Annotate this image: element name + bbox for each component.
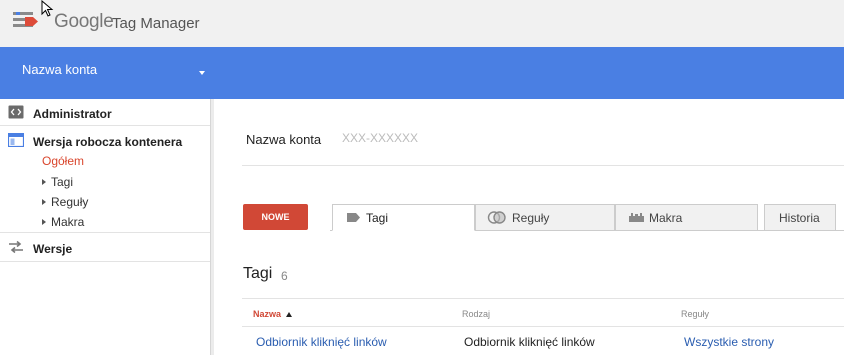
column-header-name[interactable]: Nazwa bbox=[253, 309, 293, 319]
sidebar-subitem-overview[interactable]: Ogółem bbox=[42, 154, 84, 168]
table-cell-name[interactable]: Odbiornik kliknięć linków bbox=[256, 335, 387, 349]
product-name: Tag Manager bbox=[112, 15, 200, 32]
container-name: Nazwa konta bbox=[246, 132, 322, 147]
section-count: 6 bbox=[281, 269, 288, 283]
tag-manager-logo-icon bbox=[13, 12, 38, 27]
rules-icon bbox=[487, 211, 506, 224]
top-header: Google Tag Manager bbox=[0, 0, 844, 47]
mouse-cursor-icon bbox=[41, 0, 54, 17]
account-selector[interactable]: Nazwa konta bbox=[22, 62, 97, 77]
caret-right-icon bbox=[42, 199, 46, 205]
section-title: Tagi bbox=[243, 265, 273, 282]
versions-icon bbox=[9, 240, 23, 254]
sidebar-section-admin: Administrator bbox=[0, 99, 210, 126]
caret-right-icon bbox=[42, 219, 46, 225]
tab-history[interactable]: Historia bbox=[764, 204, 836, 231]
code-icon bbox=[8, 105, 24, 119]
tab-tags[interactable]: Tagi bbox=[332, 204, 475, 231]
sidebar-subitem-macros[interactable]: Makra bbox=[42, 215, 84, 229]
tag-icon bbox=[347, 213, 360, 222]
sidebar-item-draft[interactable]: Wersja robocza kontenera bbox=[0, 130, 210, 152]
account-bar: Nazwa konta bbox=[0, 47, 844, 99]
container-icon bbox=[8, 133, 24, 147]
sidebar-item-label: Wersje bbox=[33, 242, 73, 256]
tab-rules[interactable]: Reguły bbox=[475, 204, 615, 231]
sidebar-subitem-tags[interactable]: Tagi bbox=[42, 175, 73, 189]
table-cell-type: Odbiornik kliknięć linków bbox=[464, 335, 595, 349]
main-content: Nazwa konta XXX-XXXXXX NOWE Tagi Reguły … bbox=[215, 99, 844, 355]
table-cell-rules[interactable]: Wszystkie strony bbox=[684, 335, 774, 349]
column-header-type[interactable]: Rodzaj bbox=[462, 309, 490, 319]
divider bbox=[242, 298, 844, 299]
new-button[interactable]: NOWE bbox=[243, 204, 308, 230]
chevron-down-icon[interactable] bbox=[199, 71, 205, 75]
sidebar-item-label: Administrator bbox=[33, 107, 112, 121]
container-id: XXX-XXXXXX bbox=[342, 131, 419, 145]
sidebar-item-administrator[interactable]: Administrator bbox=[0, 102, 210, 124]
sidebar-subitem-rules[interactable]: Reguły bbox=[42, 195, 88, 209]
google-wordmark: Google bbox=[54, 11, 114, 32]
tab-macros[interactable]: Makra bbox=[615, 204, 758, 231]
sidebar-section-draft: Wersja robocza kontenera Ogółem Tagi Reg… bbox=[0, 126, 210, 233]
sidebar-item-label: Wersja robocza kontenera bbox=[33, 135, 183, 149]
macro-icon bbox=[629, 213, 644, 222]
divider bbox=[242, 165, 844, 166]
column-header-rules[interactable]: Reguły bbox=[681, 309, 709, 319]
sidebar: Administrator Wersja robocza kontenera O… bbox=[0, 99, 214, 355]
divider bbox=[242, 326, 844, 327]
caret-right-icon bbox=[42, 179, 46, 185]
sidebar-section-versions: Wersje bbox=[0, 233, 210, 262]
sort-arrow-up-icon bbox=[286, 312, 293, 317]
sidebar-item-versions[interactable]: Wersje bbox=[0, 237, 210, 259]
